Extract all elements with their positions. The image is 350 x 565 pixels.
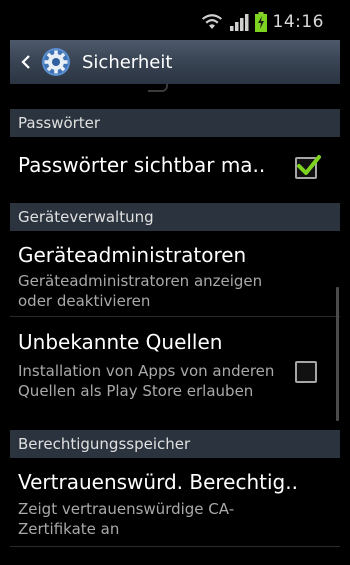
status-time: 14:16 (272, 12, 324, 32)
passwords-visible-checkbox[interactable] (295, 155, 321, 179)
divider (10, 546, 340, 547)
signal-icon (229, 14, 248, 31)
pref-summary: Zeigt vertrauenswürdige CA-Zertifikate a… (18, 500, 235, 538)
battery-icon (254, 12, 267, 32)
action-bar: Sicherheit (10, 40, 340, 84)
section-header-device-admin: Geräteverwaltung (10, 203, 340, 231)
wifi-icon (201, 14, 222, 29)
gear-icon[interactable] (40, 46, 72, 78)
scrollbar[interactable] (336, 287, 339, 421)
back-icon[interactable] (20, 55, 32, 69)
screen: 14:16 Sicherheit Passwörter Passwörter s… (0, 0, 350, 565)
pref-summary: Installation von Apps von anderen Quelle… (18, 362, 275, 400)
pref-summary: Geräteadministratoren anzeigen oder deak… (18, 272, 263, 310)
section-header-label: Geräteverwaltung (18, 208, 154, 226)
pref-title: Passwörter sichtbar ma.. (18, 153, 266, 177)
list-edge-mark (148, 84, 168, 92)
list-edge (10, 84, 340, 100)
pref-trusted-credentials[interactable]: Vertrauenswürd. Berechtig.. Zeigt vertra… (10, 458, 340, 546)
section-header-passwords: Passwörter (10, 109, 340, 137)
unknown-sources-checkbox[interactable] (295, 361, 317, 383)
page-title: Sicherheit (82, 51, 173, 73)
pref-device-admins[interactable]: Geräteadministratoren Geräteadministrato… (10, 231, 340, 315)
status-bar: 14:16 (0, 0, 350, 40)
section-header-label: Passwörter (18, 114, 101, 132)
pref-passwords-visible[interactable]: Passwörter sichtbar ma.. (10, 137, 340, 197)
settings-list[interactable]: Passwörter Passwörter sichtbar ma.. Gerä… (10, 84, 340, 565)
section-header-label: Berechtigungsspeicher (18, 435, 191, 453)
checkmark-icon (297, 155, 321, 175)
pref-unknown-sources[interactable]: Unbekannte Quellen Installation von Apps… (10, 317, 340, 422)
pref-title: Vertrauenswürd. Berechtig.. (18, 470, 298, 494)
status-icons: 14:16 (201, 12, 325, 32)
pref-title: Geräteadministratoren (18, 243, 247, 267)
pref-title: Unbekannte Quellen (18, 330, 223, 354)
section-header-credential-storage: Berechtigungsspeicher (10, 430, 340, 458)
